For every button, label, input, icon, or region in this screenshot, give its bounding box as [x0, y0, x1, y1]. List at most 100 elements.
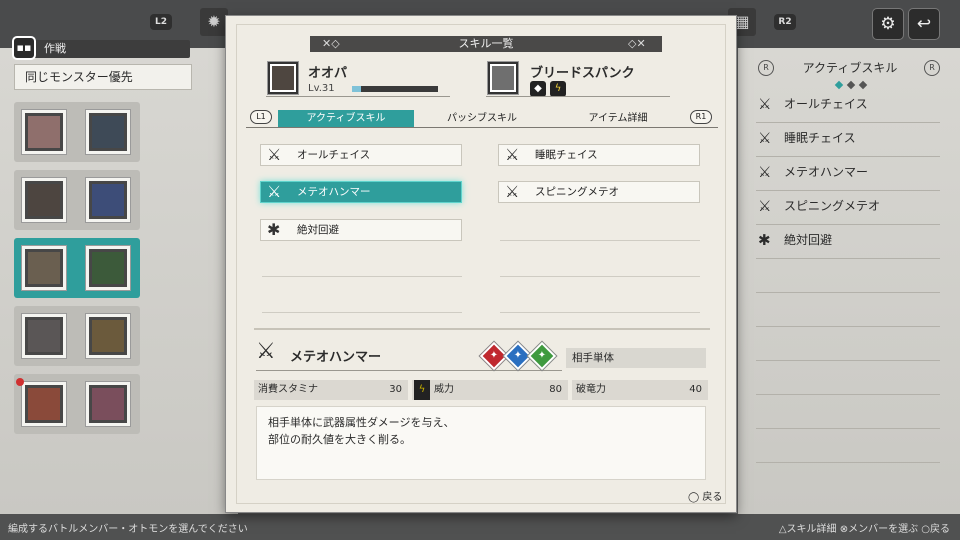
l2-button[interactable]: L2	[150, 14, 172, 30]
skill-label: スピニングメテオ	[535, 186, 619, 198]
skill-button[interactable]: ⚔ オールチェイス	[260, 144, 462, 166]
rider-portrait[interactable]	[22, 246, 66, 290]
stat-label: 威力	[434, 384, 454, 395]
monstie-portrait[interactable]	[86, 382, 130, 426]
power-stat: ϟ 威力 80	[412, 380, 568, 400]
sword-chase-icon: ⚔	[256, 339, 276, 364]
ornament-icon: ✕◇	[322, 37, 340, 50]
section-divider	[254, 328, 710, 330]
weapon-name: ブリードスパンク	[530, 66, 635, 81]
sword-chase-icon: ⚔	[758, 129, 772, 147]
skill-button[interactable]: ⚔ 睡眠チェイス	[498, 144, 700, 166]
rider-portrait[interactable]	[22, 382, 66, 426]
divider	[756, 224, 940, 225]
skill-description: 相手単体に武器属性ダメージを与え、 部位の耐久値を大きく削る。	[268, 416, 455, 446]
summary-skill-item: ⚔ メテオハンマー	[756, 160, 946, 188]
dialog-title: スキル一覧	[310, 36, 662, 52]
divider	[756, 360, 940, 361]
r1-button[interactable]: R1	[690, 110, 712, 124]
summary-skill-label: 絶対回避	[784, 233, 833, 247]
skill-label: 睡眠チェイス	[535, 149, 598, 161]
tactic-value[interactable]: 同じモンスター優先	[14, 64, 192, 90]
hammer-icon	[488, 62, 518, 94]
rider-portrait[interactable]	[22, 110, 66, 154]
monstie-portrait[interactable]	[86, 178, 130, 222]
alert-dot	[16, 378, 24, 386]
monstie-portrait[interactable]	[86, 246, 130, 290]
gear-cycle-icon[interactable]: ⚙	[872, 8, 904, 40]
divider	[756, 122, 940, 123]
skill-button[interactable]: ⚔ スピニングメテオ	[498, 181, 700, 203]
summary-skill-item: ⚔ オールチェイス	[756, 92, 946, 120]
dodge-icon: ✱	[758, 231, 771, 249]
summary-skill-label: メテオハンマー	[784, 165, 869, 179]
sword-chase-icon: ⚔	[758, 163, 772, 181]
divider	[756, 190, 940, 191]
divider	[256, 370, 562, 371]
divider	[756, 428, 940, 429]
skill-label: メテオハンマー	[297, 186, 371, 198]
monster-tab-icon[interactable]: ✹	[200, 8, 228, 36]
exp-bar-fill	[352, 86, 361, 92]
empty-slot-line	[500, 276, 700, 277]
summary-skill-item: ✱ 絶対回避	[756, 228, 946, 256]
r2-button[interactable]: R2	[774, 14, 796, 30]
skill-button[interactable]: ✱ 絶対回避	[260, 219, 462, 241]
bottom-hint: 編成するバトルメンバー・オトモンを選んでください	[8, 524, 248, 535]
divider	[756, 326, 940, 327]
tab-item-detail[interactable]: アイテム詳細	[550, 110, 686, 127]
summary-skill-item: ⚔ スピニングメテオ	[756, 194, 946, 222]
monstie-portrait[interactable]	[86, 110, 130, 154]
stat-label: 消費スタミナ	[258, 384, 318, 395]
tactic-header: 作戦	[14, 40, 190, 58]
tab-underline	[246, 127, 718, 128]
return-icon[interactable]: ↩	[908, 8, 940, 40]
sword-chase-icon: ⚔	[267, 145, 282, 164]
sword-chase-icon: ⚔	[758, 197, 772, 215]
divider	[756, 156, 940, 157]
skill-button-selected[interactable]: ⚔ メテオハンマー	[260, 181, 462, 203]
character-portrait	[268, 62, 298, 94]
summary-skill-label: オールチェイス	[784, 97, 868, 111]
rider-portrait[interactable]	[22, 314, 66, 358]
empty-slot-line	[262, 276, 462, 277]
monstie-portrait[interactable]	[86, 314, 130, 358]
tactic-label: 作戦	[44, 42, 66, 55]
thunder-icon: ϟ	[550, 81, 566, 97]
divider	[756, 462, 940, 463]
empty-slot-line	[262, 312, 462, 313]
l1-button[interactable]: L1	[250, 110, 272, 124]
ornament-icon: ◇✕	[628, 37, 646, 50]
stat-value: 40	[689, 384, 702, 395]
stamina-stat: 消費スタミナ 30	[254, 380, 408, 400]
divider	[756, 292, 940, 293]
divider	[756, 394, 940, 395]
stat-value: 80	[549, 384, 562, 395]
stat-value: 30	[389, 384, 402, 395]
back-button[interactable]: ◯ 戻る	[688, 488, 722, 503]
chat-icon: ▪▪	[12, 36, 36, 60]
sword-chase-icon: ⚔	[505, 145, 520, 164]
empty-slot-line	[500, 240, 700, 241]
summary-skill-item: ⚔ 睡眠チェイス	[756, 126, 946, 154]
stat-label: 破竜力	[576, 384, 606, 395]
target-label: 相手単体	[566, 348, 706, 368]
control-hints: △スキル詳細 ⊗メンバーを選ぶ ○戻る	[778, 524, 950, 535]
back-label: 戻る	[702, 492, 723, 503]
divider	[486, 96, 670, 97]
sword-chase-icon: ⚔	[267, 182, 282, 201]
tab-active-skill[interactable]: アクティブスキル	[278, 110, 414, 127]
thunder-icon: ϟ	[414, 380, 430, 400]
r-badge: R	[924, 60, 940, 76]
non-element-icon: ◆	[530, 81, 546, 97]
tab-passive-skill[interactable]: パッシブスキル	[414, 110, 550, 127]
summary-skill-label: スピニングメテオ	[784, 199, 881, 213]
sword-chase-icon: ⚔	[758, 95, 772, 113]
summary-skill-label: 睡眠チェイス	[784, 131, 856, 145]
detail-skill-name: メテオハンマー	[290, 350, 382, 365]
sword-chase-icon: ⚔	[505, 182, 520, 201]
summary-title: アクティブスキル	[802, 61, 898, 75]
empty-slot-line	[500, 312, 700, 313]
rider-portrait[interactable]	[22, 178, 66, 222]
break-stat: 破竜力 40	[572, 380, 708, 400]
